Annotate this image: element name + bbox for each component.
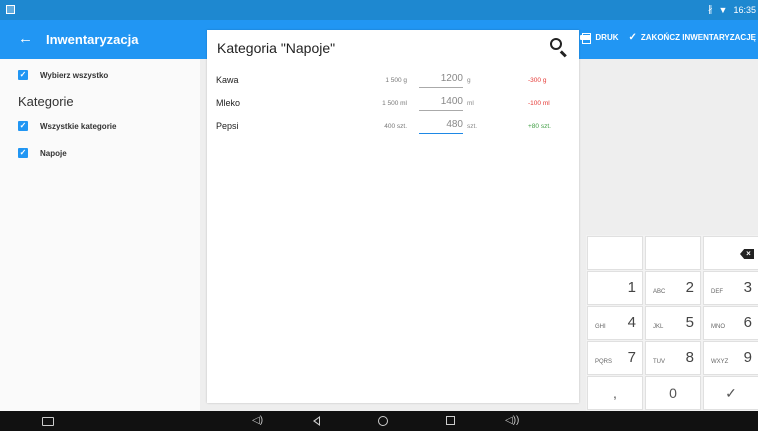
category-sidebar: ✓ Wybierz wszystko Kategorie ✓ Wszystkie…	[0, 59, 200, 411]
counted-quantity-input[interactable]: 1400	[419, 95, 463, 111]
category-card: Kategoria "Napoje" Kawa 1 500 g 1200 g -…	[207, 30, 579, 403]
key-done[interactable]: ✓	[703, 376, 758, 410]
unit-label: g	[467, 77, 471, 84]
numeric-keypad: × 1 ABC 2 DEF 3 GHI 4 JKL 5 MNO 6 PQRS 7…	[586, 235, 758, 411]
keypad-blank	[587, 236, 643, 270]
key-8[interactable]: TUV 8	[645, 341, 701, 375]
bluetooth-icon: ∦	[708, 4, 713, 14]
system-nav-bar: ◁) ◁))	[0, 411, 758, 431]
current-stock: 400 szt.	[384, 123, 407, 130]
print-button[interactable]: DRUK	[580, 33, 619, 44]
section-title: Kategorie	[18, 94, 74, 109]
status-icons: ∦ ▼ 16:35	[708, 4, 756, 15]
difference-value: +80 szt.	[528, 123, 551, 130]
category-label: Wszystkie kategorie	[40, 121, 117, 131]
key-6[interactable]: MNO 6	[703, 306, 758, 340]
print-label: DRUK	[595, 33, 619, 42]
card-title: Kategoria "Napoje"	[217, 40, 336, 56]
screenshot-icon[interactable]	[42, 417, 54, 426]
key-0[interactable]: 0	[645, 376, 701, 410]
select-all-label: Wybierz wszystko	[40, 70, 109, 80]
checkbox-checked-icon: ✓	[18, 148, 28, 158]
counted-quantity-input[interactable]: 480	[419, 118, 463, 134]
category-label: Napoje	[40, 148, 67, 158]
product-name: Kawa	[216, 75, 239, 85]
select-all-checkbox[interactable]: ✓ Wybierz wszystko	[18, 70, 108, 80]
table-row: Pepsi 400 szt. 480 szt. +80 szt.	[207, 118, 579, 140]
finish-label: ZAKOŃCZ INWENTARYZACJĘ	[640, 33, 756, 42]
backspace-key[interactable]: ×	[703, 236, 758, 270]
difference-value: -100 ml	[528, 100, 550, 107]
key-4[interactable]: GHI 4	[587, 306, 643, 340]
checkbox-checked-icon: ✓	[18, 70, 28, 80]
current-stock: 1 500 ml	[382, 100, 407, 107]
unit-label: szt.	[467, 123, 478, 130]
check-icon: ✓	[628, 32, 637, 43]
key-1[interactable]: 1	[587, 271, 643, 305]
key-3[interactable]: DEF 3	[703, 271, 758, 305]
nav-back-icon[interactable]	[313, 416, 320, 426]
search-icon[interactable]	[549, 37, 569, 58]
printer-icon	[580, 33, 592, 44]
finish-inventory-button[interactable]: ✓ ZAKOŃCZ INWENTARYZACJĘ	[629, 32, 757, 43]
arrow-back-icon[interactable]: ←	[18, 30, 33, 47]
volume-down-icon[interactable]: ◁)	[252, 415, 263, 426]
key-7[interactable]: PQRS 7	[587, 341, 643, 375]
wifi-icon: ▼	[718, 4, 728, 15]
screenshot-notification-icon	[6, 5, 15, 14]
difference-value: -300 g	[528, 77, 547, 84]
keypad-blank	[645, 236, 701, 270]
key-9[interactable]: WXYZ 9	[703, 341, 758, 375]
product-name: Pepsi	[216, 121, 239, 131]
category-checkbox-napoje[interactable]: ✓ Napoje	[18, 148, 67, 158]
backspace-icon: ×	[740, 249, 754, 259]
product-name: Mleko	[216, 98, 241, 108]
unit-label: ml	[467, 100, 474, 107]
checkbox-checked-icon: ✓	[18, 121, 28, 131]
key-comma[interactable]: ,	[587, 376, 643, 410]
counted-quantity-input[interactable]: 1200	[419, 72, 463, 88]
table-row: Mleko 1 500 ml 1400 ml -100 ml	[207, 95, 579, 117]
status-time: 16:35	[733, 4, 756, 15]
status-bar: ∦ ▼ 16:35	[0, 0, 758, 20]
key-5[interactable]: JKL 5	[645, 306, 701, 340]
app-title: Inwentaryzacja	[46, 32, 139, 47]
check-icon: ✓	[725, 385, 737, 401]
nav-recent-apps-icon[interactable]	[446, 416, 455, 425]
current-stock: 1 500 g	[385, 77, 407, 84]
table-row: Kawa 1 500 g 1200 g -300 g	[207, 72, 579, 94]
key-2[interactable]: ABC 2	[645, 271, 701, 305]
volume-up-icon[interactable]: ◁))	[505, 415, 519, 426]
nav-home-icon[interactable]	[378, 416, 388, 426]
category-checkbox-all[interactable]: ✓ Wszystkie kategorie	[18, 121, 116, 131]
